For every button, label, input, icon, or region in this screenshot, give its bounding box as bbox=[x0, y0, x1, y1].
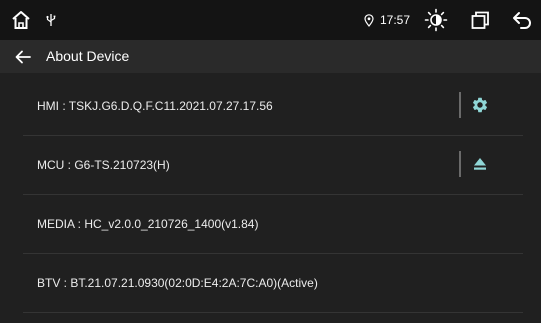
settings-button[interactable] bbox=[465, 90, 495, 120]
list-item-media: MEDIA : HC_v2.0.0_210726_1400(v1.84) bbox=[23, 195, 523, 254]
btv-version-label: BTV : BT.21.07.21.0930(02:0D:E4:2A:7C:A0… bbox=[37, 276, 318, 290]
page-title: About Device bbox=[46, 48, 130, 64]
home-icon[interactable] bbox=[8, 0, 34, 40]
list-item-hmi: HMI : TSKJ.G6.D.Q.F.C11.2021.07.27.17.56 bbox=[23, 77, 523, 136]
brightness-icon[interactable] bbox=[422, 0, 450, 40]
title-bar: About Device bbox=[0, 40, 541, 73]
list-item-mcu: MCU : G6-TS.210723(H) bbox=[23, 136, 523, 195]
divider bbox=[459, 151, 461, 177]
gear-icon bbox=[471, 96, 489, 114]
recent-apps-icon[interactable] bbox=[468, 0, 492, 40]
mcu-version-label: MCU : G6-TS.210723(H) bbox=[37, 158, 170, 172]
hmi-version-label: HMI : TSKJ.G6.D.Q.F.C11.2021.07.27.17.56 bbox=[37, 99, 273, 113]
status-time: 17:57 bbox=[380, 13, 411, 27]
usb-icon bbox=[42, 0, 60, 40]
divider bbox=[459, 92, 461, 118]
back-icon[interactable] bbox=[510, 0, 534, 40]
arrow-left-icon[interactable] bbox=[7, 40, 39, 73]
media-version-label: MEDIA : HC_v2.0.0_210726_1400(v1.84) bbox=[37, 217, 259, 231]
location-pin-icon bbox=[362, 0, 376, 40]
eject-button[interactable] bbox=[465, 149, 495, 179]
list-item-btv: BTV : BT.21.07.21.0930(02:0D:E4:2A:7C:A0… bbox=[23, 254, 523, 313]
status-bar: 17:57 bbox=[0, 0, 541, 40]
eject-icon bbox=[472, 156, 488, 172]
